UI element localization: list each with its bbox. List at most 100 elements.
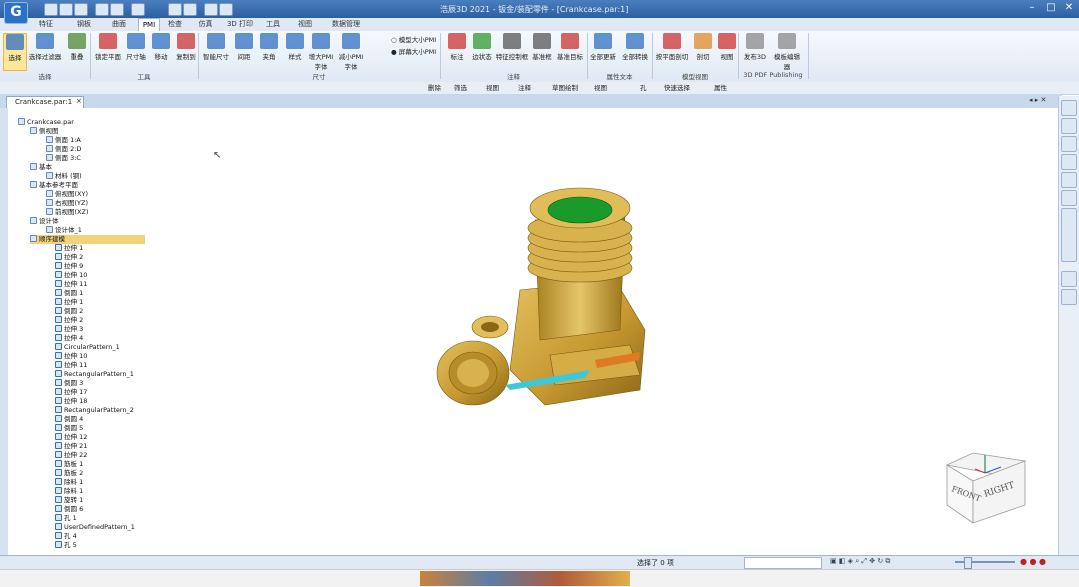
tree-node[interactable]: 拉伸 22: [55, 451, 87, 460]
crankcase-model[interactable]: [425, 180, 665, 420]
tree-node[interactable]: 倒圆 2: [55, 307, 83, 316]
tree-node[interactable]: 孔 4: [55, 532, 77, 541]
ribbon-button-6[interactable]: 复制到: [174, 33, 198, 69]
ribbon-button-22[interactable]: 视图: [716, 33, 738, 69]
command-item-7[interactable]: 快速选择: [664, 83, 690, 93]
layers-icon[interactable]: [1061, 136, 1077, 152]
tree-node[interactable]: 拉伸 18: [55, 397, 87, 406]
ribbon-button-5[interactable]: 移动: [150, 33, 172, 69]
ribbon-button-9[interactable]: 夹角: [258, 33, 280, 69]
tree-node[interactable]: 拉伸 1: [55, 244, 83, 253]
view-tools[interactable]: ▣ ◧ ◈ ⌕ ⤢ ✥ ↻ ⧉: [830, 557, 950, 567]
tree-node[interactable]: 设计体_1: [46, 226, 82, 235]
ribbon-button-0[interactable]: 选择: [3, 33, 27, 71]
tree-node[interactable]: 前视图(XZ): [46, 208, 88, 217]
ribbon-button-18[interactable]: 全部更新: [588, 33, 618, 69]
ribbon-button-24[interactable]: 模板编辑器: [771, 33, 803, 71]
ribbon-button-8[interactable]: 间距: [233, 33, 255, 69]
tree-node[interactable]: 顺序建模: [30, 235, 145, 244]
tree-node[interactable]: 拉伸 12: [55, 433, 87, 442]
ribbon-button-2[interactable]: 重叠: [65, 33, 89, 69]
tree-node[interactable]: 侧面 1:A: [46, 136, 81, 145]
command-item-2[interactable]: 视图: [486, 83, 499, 93]
tab-7[interactable]: 工具: [261, 18, 285, 30]
tab-3[interactable]: PMI: [138, 18, 160, 31]
settings-icon[interactable]: [219, 3, 233, 16]
tree-node[interactable]: 拉伸 17: [55, 388, 87, 397]
command-item-5[interactable]: 视图: [594, 83, 607, 93]
tree-node[interactable]: 除料 1: [55, 487, 83, 496]
ribbon-button-23[interactable]: 发布3D: [741, 33, 769, 69]
minimize-icon[interactable]: –: [1026, 2, 1038, 14]
tab-5[interactable]: 仿真: [193, 18, 218, 30]
tree-node[interactable]: 基本参考平面: [30, 181, 78, 190]
tree-node[interactable]: 拉伸 10: [55, 271, 87, 280]
tab-4[interactable]: 检查: [163, 18, 187, 30]
tab-2[interactable]: 曲面: [105, 18, 133, 30]
tree-node[interactable]: 侧面 3:C: [46, 154, 81, 163]
tree-node[interactable]: 拉伸 10: [55, 352, 87, 361]
tree-node[interactable]: 拉伸 3: [55, 325, 83, 334]
app-logo[interactable]: G: [4, 2, 28, 24]
screen-size-pmi-option[interactable]: ● 屏幕大小PMI: [391, 46, 436, 56]
ribbon-button-17[interactable]: 基准目标: [556, 33, 584, 69]
tree-node[interactable]: 倒圆 6: [55, 505, 83, 514]
library-icon[interactable]: [1061, 154, 1077, 170]
ribbon-button-10[interactable]: 样式: [285, 33, 305, 69]
tools-icon[interactable]: [204, 3, 218, 16]
tree-node[interactable]: 孔 5: [55, 541, 77, 550]
ribbon-button-7[interactable]: 智能尺寸: [201, 33, 231, 69]
ribbon-button-1[interactable]: 选择过滤器: [27, 33, 63, 69]
display-panel-icon[interactable]: [1061, 208, 1077, 262]
doc-window-controls[interactable]: ◂ ▸ ✕: [1029, 96, 1046, 104]
tree-node[interactable]: Crankcase.par: [18, 118, 74, 127]
tree-node[interactable]: 材料 (钢): [46, 172, 82, 181]
close-icon[interactable]: ✕: [1063, 2, 1075, 14]
tree-node[interactable]: 拉伸 21: [55, 442, 87, 451]
ribbon-button-4[interactable]: 尺寸轴: [125, 33, 147, 69]
ribbon-button-16[interactable]: 基准框: [530, 33, 554, 69]
save-icon[interactable]: [74, 3, 88, 16]
ribbon-button-15[interactable]: 特征控制框: [495, 33, 529, 69]
status-right-icons[interactable]: ● ● ●: [1020, 557, 1046, 566]
open-file-icon[interactable]: [59, 3, 73, 16]
tree-node[interactable]: 倒圆 1: [55, 289, 83, 298]
command-item-4[interactable]: 草图绘制: [552, 83, 578, 93]
tree-node[interactable]: 拉伸 2: [55, 316, 83, 325]
tab-8[interactable]: 视图: [292, 18, 318, 30]
tab-6[interactable]: 3D 打印: [225, 18, 255, 30]
tree-node[interactable]: 拉伸 2: [55, 253, 83, 262]
tree-node[interactable]: RectangularPattern_2: [55, 406, 134, 415]
command-finder-input[interactable]: [744, 557, 822, 569]
tree-node[interactable]: UserDefinedPattern_1: [55, 523, 135, 532]
tree-node[interactable]: 筋板 1: [55, 460, 83, 469]
settings-gear-icon[interactable]: [1061, 289, 1077, 305]
tree-node[interactable]: 除料 1: [55, 478, 83, 487]
zoom-slider-thumb[interactable]: [964, 557, 972, 569]
ribbon-button-11[interactable]: 增大PMI字体: [307, 33, 335, 71]
color-icon[interactable]: [1061, 172, 1077, 188]
document-tab[interactable]: Crankcase.par:1: [6, 96, 84, 108]
ribbon-button-12[interactable]: 减小PMI字体: [336, 33, 366, 71]
tree-node[interactable]: 侧面 2:D: [46, 145, 81, 154]
new-file-icon[interactable]: [44, 3, 58, 16]
tree-node[interactable]: 倒圆 5: [55, 424, 83, 433]
print-icon[interactable]: [95, 3, 109, 16]
sensor-icon[interactable]: [1061, 271, 1077, 287]
tree-node[interactable]: 拉伸 1: [55, 298, 83, 307]
wrench-icon[interactable]: [1061, 190, 1077, 206]
undo-icon[interactable]: [110, 3, 124, 16]
command-item-3[interactable]: 注释: [518, 83, 531, 93]
maximize-icon[interactable]: □: [1045, 2, 1057, 14]
ribbon-button-21[interactable]: 剖切: [692, 33, 714, 69]
tree-node[interactable]: 拉伸 11: [55, 361, 87, 370]
help-icon[interactable]: [1061, 118, 1077, 134]
tree-node[interactable]: 右视图(YZ): [46, 199, 88, 208]
command-item-0[interactable]: 删除: [428, 83, 441, 93]
tree-node[interactable]: 基本: [30, 163, 52, 172]
tree-node[interactable]: 拉伸 11: [55, 280, 87, 289]
undo-icon-2[interactable]: [168, 3, 182, 16]
tree-node[interactable]: 倒圆 3: [55, 379, 83, 388]
tree-node[interactable]: 倒圆 4: [55, 415, 83, 424]
tab-close-icon[interactable]: ×: [76, 97, 82, 105]
